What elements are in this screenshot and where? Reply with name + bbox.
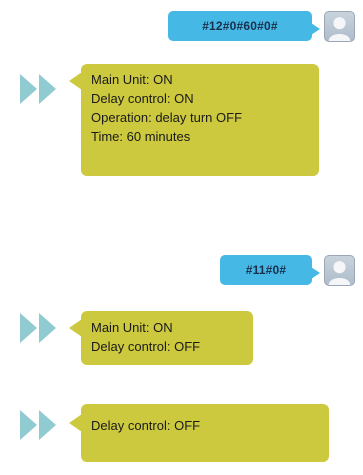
- sent-message-text: #12#0#60#0#: [202, 19, 278, 33]
- message-line: Time: 60 minutes: [91, 129, 191, 144]
- message-line: Delay control: OFF: [91, 418, 201, 433]
- message-line: Delay control: OFF: [91, 339, 201, 354]
- double-chevron-icon: [20, 74, 68, 104]
- sent-message-bubble: #11#0#: [220, 255, 320, 285]
- double-chevron-icon: [20, 313, 68, 343]
- sent-message-bubble: #12#0#60#0#: [168, 11, 320, 41]
- message-line: Main Unit: ON: [91, 72, 173, 87]
- received-message-bubble: Main Unit: ON Delay control: ON Operatio…: [69, 64, 319, 176]
- message-line: Delay control: ON: [91, 91, 194, 106]
- message-line: Main Unit: ON: [91, 320, 173, 335]
- message-line: Operation: delay turn OFF: [91, 110, 243, 125]
- double-chevron-icon: [20, 410, 68, 440]
- user-avatar-icon: [324, 11, 355, 42]
- received-message-bubble: Main Unit: ON Delay control: OFF: [69, 311, 253, 365]
- received-message-bubble: Delay control: OFF: [69, 404, 329, 462]
- sent-message-text: #11#0#: [245, 263, 287, 277]
- user-avatar-icon: [324, 255, 355, 286]
